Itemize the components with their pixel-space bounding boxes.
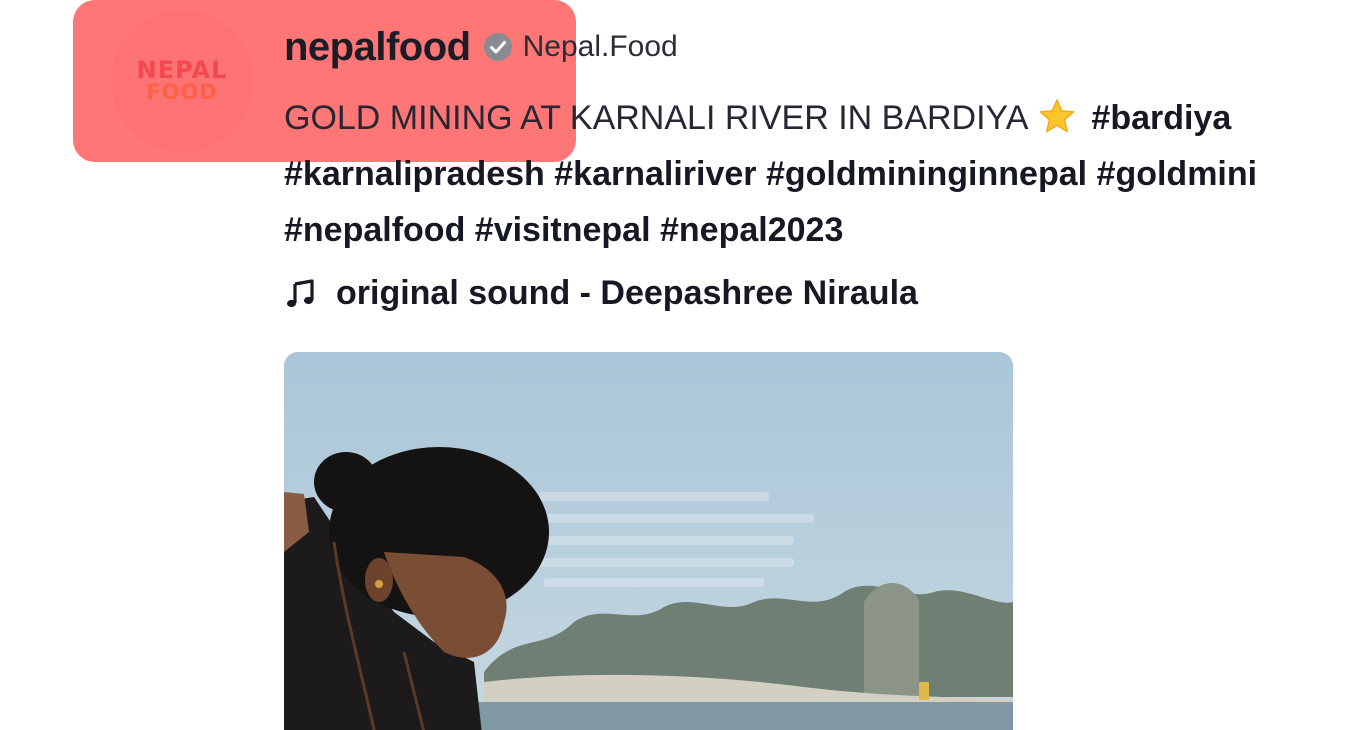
hashtag-link[interactable]: #goldmini (1097, 155, 1258, 193)
caption-line-1: GOLD MINING AT KARNALI RIVER IN BARDIYA … (284, 90, 1366, 146)
hashtag-link[interactable]: #nepalfood (284, 211, 465, 249)
verified-badge-icon (483, 32, 513, 62)
video-player[interactable] (284, 352, 1013, 730)
author-username[interactable]: nepalfood (284, 25, 471, 70)
avatar[interactable]: NEPAL FOOD (111, 10, 253, 152)
music-note-icon (284, 276, 318, 310)
caption-text: GOLD MINING AT KARNALI RIVER IN BARDIYA (284, 99, 1027, 137)
music-link[interactable]: original sound - Deepashree Niraula (284, 268, 918, 318)
hashtag-link[interactable]: #bardiya (1091, 99, 1231, 137)
caption-line-2: #karnalipradesh #karnaliriver #goldminin… (284, 146, 1366, 202)
author-row: nepalfood Nepal.Food (284, 22, 678, 72)
hashtag-link[interactable]: #karnaliriver (554, 155, 756, 193)
hashtag-link[interactable]: #visitnepal (475, 211, 651, 249)
post-caption: GOLD MINING AT KARNALI RIVER IN BARDIYA … (284, 90, 1366, 258)
hashtag-link[interactable]: #goldmininginnepal (766, 155, 1087, 193)
star-icon (1038, 96, 1076, 134)
avatar-logo-line1: NEPAL (136, 56, 228, 84)
video-post: NEPAL FOOD nepalfood Nepal.Food GOLD MIN… (0, 0, 1366, 730)
avatar-logo-line2: FOOD (146, 80, 218, 104)
caption-line-3: #nepalfood #visitnepal #nepal2023 (284, 202, 1366, 258)
hashtag-link[interactable]: #karnalipradesh (284, 155, 545, 193)
author-nickname[interactable]: Nepal.Food (523, 30, 678, 64)
music-label: original sound - Deepashree Niraula (336, 273, 918, 312)
video-thumbnail (284, 352, 1013, 730)
hashtag-link[interactable]: #nepal2023 (660, 211, 843, 249)
